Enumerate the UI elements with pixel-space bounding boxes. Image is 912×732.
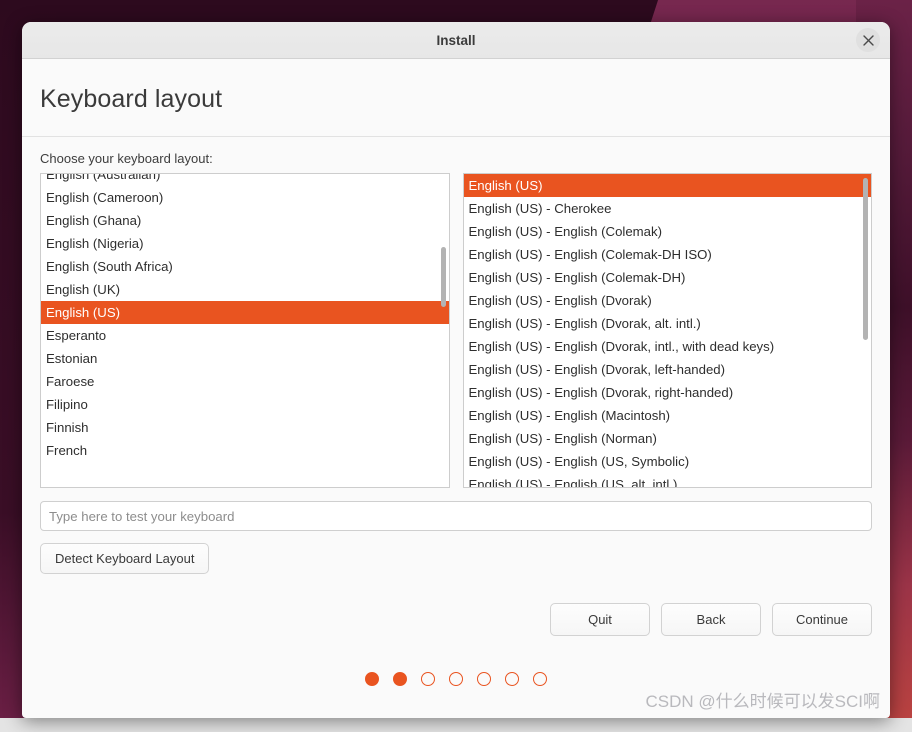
close-icon[interactable] — [856, 28, 880, 52]
progress-dots — [40, 672, 872, 686]
progress-dot[interactable] — [421, 672, 435, 686]
keyboard-test-input[interactable] — [40, 501, 872, 531]
window-title: Install — [436, 32, 476, 48]
list-item[interactable]: English (US) - English (Dvorak, left-han… — [464, 358, 872, 381]
list-item[interactable]: English (US) — [41, 301, 449, 324]
list-item[interactable]: English (US) - English (Colemak-DH) — [464, 266, 872, 289]
keyboard-variant-list[interactable]: English (US) English (US) - Cherokee Engli… — [462, 173, 872, 488]
list-item[interactable]: English (UK) — [41, 278, 449, 301]
list-item[interactable]: Estonian — [41, 347, 449, 370]
list-item[interactable]: English (US) - English (Colemak) — [464, 220, 872, 243]
progress-dot[interactable] — [365, 672, 379, 686]
list-item[interactable]: English (US) - English (Colemak-DH ISO) — [464, 243, 872, 266]
keyboard-variant-list-scroll-thumb[interactable] — [863, 178, 868, 340]
list-item[interactable]: Faroese — [41, 370, 449, 393]
page-title: Keyboard layout — [40, 85, 223, 113]
list-item[interactable]: English (US) - English (US, alt. intl.) — [464, 473, 872, 487]
list-item[interactable]: English (South Africa) — [41, 255, 449, 278]
keyboard-variant-list-items: English (US) English (US) - Cherokee Engli… — [463, 174, 872, 487]
list-item[interactable]: English (US) - English (Dvorak) — [464, 289, 872, 312]
keyboard-lists-row: English (Australian) English (Cameroon) En… — [40, 173, 872, 488]
page-header: Keyboard layout — [22, 59, 890, 137]
progress-dot[interactable] — [449, 672, 463, 686]
list-item[interactable]: English (US) - Cherokee — [464, 197, 872, 220]
choose-layout-label: Choose your keyboard layout: — [40, 151, 213, 166]
list-item[interactable]: Esperanto — [41, 324, 449, 347]
progress-dot[interactable] — [393, 672, 407, 686]
list-item[interactable]: French — [41, 439, 449, 462]
list-item[interactable]: English (US) - English (Macintosh) — [464, 404, 872, 427]
list-item[interactable]: Filipino — [41, 393, 449, 416]
install-window: Install Keyboard layout Choose your keyb… — [22, 22, 890, 718]
window-content: Choose your keyboard layout: English (Au… — [22, 137, 890, 718]
back-button[interactable]: Back — [661, 603, 761, 636]
continue-button[interactable]: Continue — [772, 603, 872, 636]
desktop-bottom-strip — [0, 718, 912, 732]
list-item[interactable]: English (US) — [463, 174, 871, 197]
list-item[interactable]: English (US) - English (Dvorak, right-ha… — [464, 381, 872, 404]
list-item[interactable]: English (Cameroon) — [41, 186, 449, 209]
keyboard-layout-list[interactable]: English (Australian) English (Cameroon) En… — [40, 173, 450, 488]
list-item[interactable]: English (Ghana) — [41, 209, 449, 232]
list-item[interactable]: English (US) - English (Dvorak, alt. int… — [464, 312, 872, 335]
list-item[interactable]: English (US) - English (Norman) — [464, 427, 872, 450]
progress-dot[interactable] — [477, 672, 491, 686]
navigation-buttons: Quit Back Continue — [40, 603, 872, 636]
list-item[interactable]: English (Australian) — [41, 174, 449, 186]
keyboard-layout-list-scrollbar[interactable] — [439, 175, 448, 486]
watermark-text: CSDN @什么时候可以发SCI啊 — [645, 692, 881, 711]
progress-dot[interactable] — [533, 672, 547, 686]
window-titlebar: Install — [22, 22, 890, 59]
list-item[interactable]: English (US) - English (Dvorak, intl., w… — [464, 335, 872, 358]
list-item[interactable]: English (Nigeria) — [41, 232, 449, 255]
list-item[interactable]: Finnish — [41, 416, 449, 439]
keyboard-layout-list-items: English (Australian) English (Cameroon) En… — [41, 174, 449, 462]
quit-button[interactable]: Quit — [550, 603, 650, 636]
keyboard-variant-list-scrollbar[interactable] — [861, 175, 870, 486]
detect-keyboard-layout-button[interactable]: Detect Keyboard Layout — [40, 543, 210, 574]
detect-row: Detect Keyboard Layout — [40, 543, 872, 574]
progress-dot[interactable] — [505, 672, 519, 686]
list-item[interactable]: English (US) - English (US, Symbolic) — [464, 450, 872, 473]
keyboard-layout-list-scroll-thumb[interactable] — [440, 247, 446, 307]
